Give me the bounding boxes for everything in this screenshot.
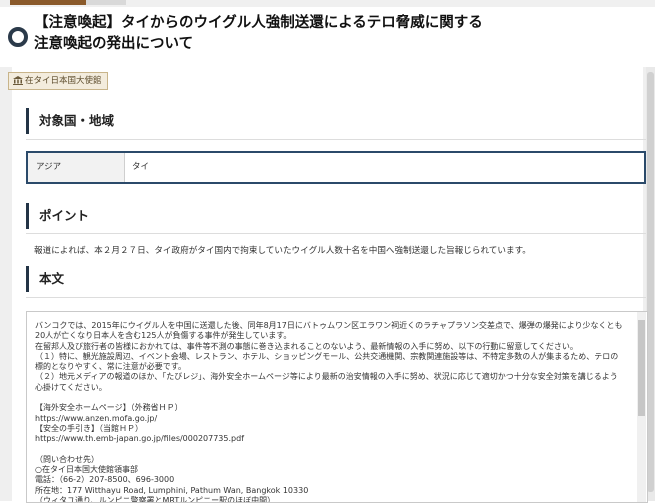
body-scrollbar-thumb[interactable] (638, 320, 645, 416)
embassy-tag-label: 在タイ日本国大使館 (25, 76, 102, 86)
top-tab[interactable] (86, 0, 126, 5)
region-country: タイ (132, 162, 150, 172)
region-heading: 対象国・地域 (26, 108, 114, 134)
divider (26, 233, 646, 234)
divider (26, 139, 646, 140)
point-text: 報道によれば、本２月２７日、タイ政府がタイ国内で拘束していたウイグル人数十名を中… (34, 246, 531, 256)
body-heading: 本文 (26, 266, 64, 292)
body-text: バンコクでは、2015年にウイグル人を中国に送還した後、同年8月17日にバトゥム… (35, 321, 623, 503)
building-icon (13, 76, 23, 85)
region-area: アジア (28, 153, 125, 182)
body-textarea[interactable]: バンコクでは、2015年にウイグル人を中国に送還した後、同年8月17日にバトゥム… (26, 311, 648, 503)
divider (26, 297, 646, 298)
page-header: 【注意喚起】タイからのウイグル人強制送還によるテロ脅威に関する注意喚起の発出につ… (0, 7, 655, 67)
page-scrollbar-thumb[interactable] (647, 72, 654, 492)
point-heading: ポイント (26, 203, 89, 229)
region-table: アジア タイ (26, 151, 646, 184)
circle-bullet-icon (8, 27, 28, 47)
embassy-tag[interactable]: 在タイ日本国大使館 (8, 72, 108, 90)
page-title: 【注意喚起】タイからのウイグル人強制送還によるテロ脅威に関する注意喚起の発出につ… (34, 15, 483, 52)
top-tab-active[interactable] (10, 0, 86, 5)
